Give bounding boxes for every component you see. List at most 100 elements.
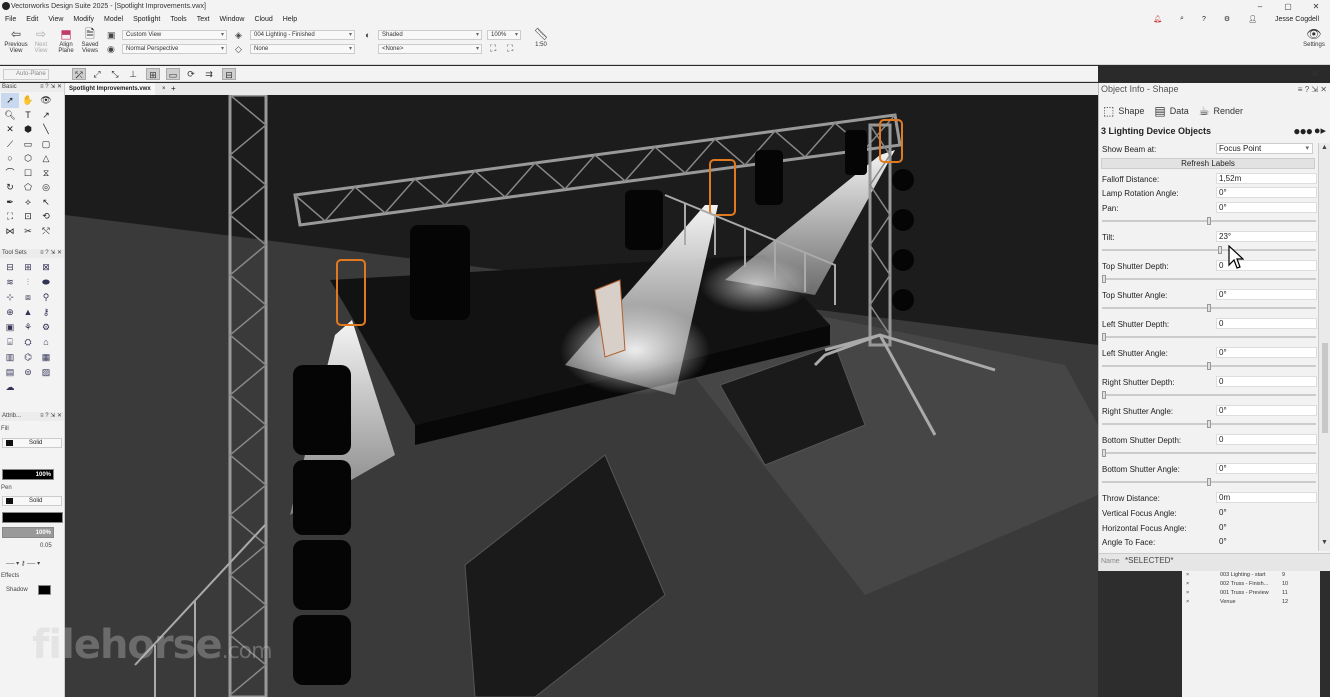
tilt-slider-thumb[interactable] xyxy=(1217,246,1222,254)
snap-edge-icon[interactable]: ⇉ xyxy=(202,68,216,80)
palette-controls[interactable]: ≡ ? ⇲ ✕ xyxy=(40,83,62,92)
toolset-rigging-icon[interactable]: ⊕ xyxy=(1,305,19,320)
circle-tool-icon[interactable]: ○ xyxy=(1,151,19,166)
zoom-tool-icon[interactable]: 🔍︎ xyxy=(1,108,19,123)
callout-tool-icon[interactable]: ↗ xyxy=(37,108,55,123)
toolset-fixtures-icon[interactable]: ▦ xyxy=(37,350,55,365)
shadow-label[interactable]: Shadow xyxy=(6,587,28,593)
right-shutter-depth-thumb[interactable] xyxy=(1102,391,1106,399)
toolset-audio-icon[interactable]: ⚷ xyxy=(37,305,55,320)
polyline-tool-icon[interactable]: ⟋ xyxy=(1,137,19,152)
list-item[interactable]: × 002 Truss - Finish... 10 xyxy=(1182,580,1320,589)
tab-render[interactable]: ☕︎ Render xyxy=(1195,101,1247,121)
pen-color-swatch[interactable] xyxy=(2,512,63,523)
ellipse-tool-icon[interactable]: ◎ xyxy=(37,180,55,195)
layer-dropdown[interactable]: 004 Lighting - Finished xyxy=(250,30,355,40)
flyover-tool-icon[interactable]: 👁︎ xyxy=(37,93,55,108)
user-name[interactable]: Jesse Cogdell xyxy=(1270,16,1324,23)
toolset-video-icon[interactable]: ▣ xyxy=(1,320,19,335)
pan-slider[interactable] xyxy=(1102,217,1316,225)
close-window-button[interactable]: ✕ xyxy=(1302,0,1330,13)
right-shutter-angle-thumb[interactable] xyxy=(1207,420,1211,428)
minimize-button[interactable]: – xyxy=(1246,0,1274,13)
menu-window[interactable]: Window xyxy=(215,16,250,23)
menu-edit[interactable]: Edit xyxy=(21,16,43,23)
add-tab-icon[interactable]: + xyxy=(171,83,176,95)
render-secondary-dropdown[interactable]: <None> xyxy=(378,44,482,54)
bottom-shutter-depth-field[interactable]: 0 xyxy=(1216,434,1317,445)
zoom-fit-icon[interactable]: ⛶ xyxy=(490,43,496,54)
right-shutter-angle-slider[interactable] xyxy=(1102,420,1316,428)
class-dropdown[interactable]: None xyxy=(250,44,355,54)
lamp-rotation-field[interactable]: 0° xyxy=(1216,187,1317,198)
left-shutter-depth-field[interactable]: 0 xyxy=(1216,318,1317,329)
left-shutter-depth-slider[interactable] xyxy=(1102,333,1316,341)
left-shutter-angle-slider[interactable] xyxy=(1102,362,1316,370)
list-item[interactable]: × 003 Lighting - start 9 xyxy=(1182,571,1320,580)
toolset-more-icon[interactable]: ☁ xyxy=(1,380,19,395)
scroll-up-icon[interactable]: ▲ xyxy=(1321,144,1328,151)
spline-tool-icon[interactable]: ⬠ xyxy=(19,180,37,195)
zoom-selection-icon[interactable]: ⛶ xyxy=(507,43,513,54)
snap-intersection-icon[interactable]: ⊥ xyxy=(126,68,140,80)
rectangle-tool-icon[interactable]: ▭ xyxy=(19,137,37,152)
snap-grid-icon[interactable]: ⤱ xyxy=(72,68,86,80)
dimension-tool-icon[interactable]: ✕ xyxy=(1,122,19,137)
top-shutter-angle-field[interactable]: 0° xyxy=(1216,289,1317,300)
eyedropper-tool-icon[interactable]: ✒ xyxy=(1,195,19,210)
menu-view[interactable]: View xyxy=(43,16,68,23)
document-tab[interactable]: Spotlight Improvements.vwx xyxy=(65,83,155,95)
reshape-tool-icon[interactable]: ↖ xyxy=(37,195,55,210)
drawing-viewport[interactable] xyxy=(65,95,1098,697)
palette-controls[interactable]: ≡ ? ⇲ ✕ xyxy=(1298,83,1327,96)
toolset-lighting-icon[interactable]: ⚲ xyxy=(37,290,55,305)
projection-dropdown[interactable]: Normal Perspective xyxy=(122,44,227,54)
toolset-cable-icon[interactable]: ⚘ xyxy=(19,320,37,335)
text-tool-icon[interactable]: T xyxy=(19,108,37,123)
toolset-building-icon[interactable]: ⊞ xyxy=(19,260,37,275)
toolset-landscape-icon[interactable]: ⫶ xyxy=(19,275,37,290)
snap-smart-point-icon[interactable]: ⟳ xyxy=(184,68,198,80)
toolset-furniture-icon[interactable]: ⊹ xyxy=(1,290,19,305)
refresh-labels-button[interactable]: Refresh Labels xyxy=(1101,158,1315,169)
snap-angle-icon[interactable]: ⤡ xyxy=(108,68,122,80)
menu-modify[interactable]: Modify xyxy=(68,16,99,23)
line-weight-value[interactable]: 0.05 xyxy=(40,543,52,549)
tilt-slider[interactable] xyxy=(1102,246,1316,254)
menu-text[interactable]: Text xyxy=(192,16,215,23)
falloff-distance-field[interactable]: 1,52m xyxy=(1216,173,1317,184)
palette-controls[interactable]: ≡ ? ⇲ ✕ xyxy=(40,249,62,258)
right-shutter-depth-slider[interactable] xyxy=(1102,391,1316,399)
fill-style-dropdown[interactable]: Solid xyxy=(2,438,62,448)
menu-tools[interactable]: Tools xyxy=(165,16,191,23)
pen-opacity-swatch[interactable]: 100% xyxy=(2,527,54,538)
more-options-icon[interactable]: ●●● xyxy=(1293,124,1313,138)
toolset-visualization-icon[interactable]: ⬬ xyxy=(37,275,55,290)
settings-button[interactable]: 👁︎ Settings xyxy=(1300,27,1328,48)
help-icon[interactable]: ? xyxy=(1197,16,1211,23)
zoom-dropdown[interactable]: 100% xyxy=(487,30,521,40)
attribute-tool-icon[interactable]: ⬢ xyxy=(19,122,37,137)
toolset-symbols-icon[interactable]: ▤ xyxy=(1,365,19,380)
toolset-schedule-icon[interactable]: ⊜ xyxy=(19,365,37,380)
visibility-icon[interactable]: × xyxy=(1186,571,1189,580)
object-info-scrollbar[interactable]: ▲ ▼ xyxy=(1318,143,1330,551)
line-tool-icon[interactable]: ╲ xyxy=(37,122,55,137)
toolset-stage-icon[interactable]: ⛭ xyxy=(19,335,37,350)
spiral-tool-icon[interactable]: ↻ xyxy=(1,180,19,195)
trim-tool-icon[interactable]: ✂ xyxy=(19,224,37,239)
tab-data[interactable]: ▤ Data xyxy=(1150,101,1192,121)
menu-help[interactable]: Help xyxy=(278,16,302,23)
triangle-tool-icon[interactable]: △ xyxy=(37,151,55,166)
split-tool-icon[interactable]: ⋈ xyxy=(1,224,19,239)
pan-field[interactable]: 0° xyxy=(1216,202,1317,213)
align-plane-button[interactable]: ⬒ Align Plane xyxy=(56,27,76,54)
line-style-icon[interactable]: ── ▾ ⚷ ── ▾ xyxy=(6,560,40,567)
toolset-machine-icon[interactable]: ⧈ xyxy=(19,290,37,305)
toolset-detailing-icon[interactable]: ⊠ xyxy=(37,260,55,275)
top-shutter-depth-thumb[interactable] xyxy=(1102,275,1106,283)
render-mode-dropdown[interactable]: Shaded xyxy=(378,30,482,40)
snap-object-icon[interactable]: ⤢ xyxy=(90,68,104,80)
toolset-spotlight-icon[interactable]: ⚙ xyxy=(37,320,55,335)
toolset-event-icon[interactable]: ⌂ xyxy=(37,335,55,350)
